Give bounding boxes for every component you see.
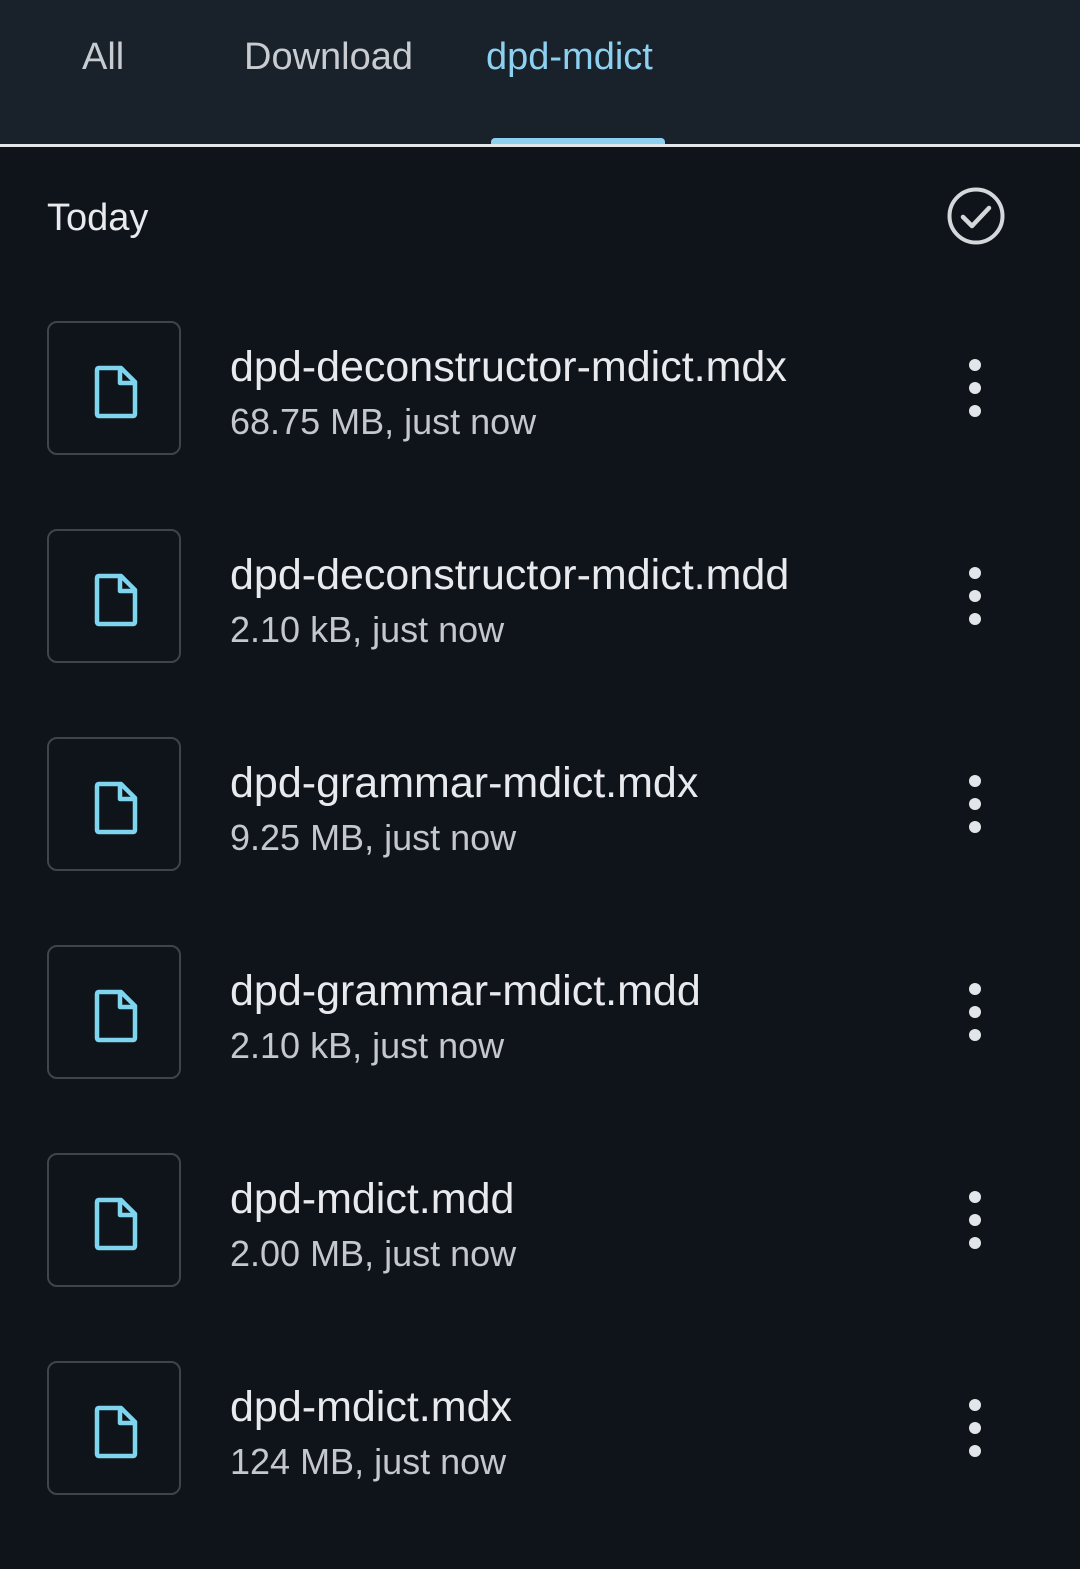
file-list-item[interactable]: dpd-mdict.mdx 124 MB, just now xyxy=(0,1361,1080,1569)
file-thumbnail xyxy=(47,1361,181,1495)
file-meta: 68.75 MB, just now xyxy=(230,401,537,442)
file-icon xyxy=(94,365,138,419)
file-icon xyxy=(94,1197,138,1251)
file-name: dpd-mdict.mdx xyxy=(230,1383,512,1431)
file-list-item[interactable]: dpd-deconstructor-mdict.mdd 2.10 kB, jus… xyxy=(0,529,1080,737)
file-meta: 2.10 kB, just now xyxy=(230,1025,505,1066)
more-vert-icon xyxy=(969,775,981,833)
more-options-button[interactable] xyxy=(950,1397,1000,1459)
check-circle-icon xyxy=(947,187,1005,245)
tab-all[interactable]: All xyxy=(82,32,124,82)
file-thumbnail xyxy=(47,1153,181,1287)
file-icon xyxy=(94,1405,138,1459)
file-meta: 9.25 MB, just now xyxy=(230,817,517,858)
file-list-item[interactable]: dpd-grammar-mdict.mdx 9.25 MB, just now xyxy=(0,737,1080,945)
file-thumbnail xyxy=(47,529,181,663)
file-icon xyxy=(94,989,138,1043)
file-name: dpd-mdict.mdd xyxy=(230,1175,515,1223)
more-options-button[interactable] xyxy=(950,773,1000,835)
file-icon xyxy=(94,573,138,627)
more-options-button[interactable] xyxy=(950,357,1000,419)
file-list-item[interactable]: dpd-deconstructor-mdict.mdx 68.75 MB, ju… xyxy=(0,321,1080,529)
more-vert-icon xyxy=(969,983,981,1041)
file-meta: 2.10 kB, just now xyxy=(230,609,505,650)
select-all-button[interactable] xyxy=(946,186,1006,246)
tab-dpd-mdict[interactable]: dpd-mdict xyxy=(486,32,653,82)
file-list-item[interactable]: dpd-grammar-mdict.mdd 2.10 kB, just now xyxy=(0,945,1080,1153)
more-options-button[interactable] xyxy=(950,981,1000,1043)
more-vert-icon xyxy=(969,1191,981,1249)
file-meta: 2.00 MB, just now xyxy=(230,1233,517,1274)
file-name: dpd-deconstructor-mdict.mdd xyxy=(230,551,790,599)
file-thumbnail xyxy=(47,737,181,871)
more-options-button[interactable] xyxy=(950,1189,1000,1251)
file-name: dpd-grammar-mdict.mdx xyxy=(230,759,699,807)
file-icon xyxy=(94,781,138,835)
tab-bar: All Download dpd-mdict xyxy=(0,0,1080,146)
file-meta: 124 MB, just now xyxy=(230,1441,507,1482)
tab-divider xyxy=(0,144,1080,147)
file-name: dpd-deconstructor-mdict.mdx xyxy=(230,343,787,391)
file-list-item[interactable]: dpd-mdict.mdd 2.00 MB, just now xyxy=(0,1153,1080,1361)
file-name: dpd-grammar-mdict.mdd xyxy=(230,967,701,1015)
more-vert-icon xyxy=(969,567,981,625)
section-title-today: Today xyxy=(47,197,149,239)
file-thumbnail xyxy=(47,321,181,455)
more-vert-icon xyxy=(969,1399,981,1457)
tab-download[interactable]: Download xyxy=(244,32,413,82)
file-thumbnail xyxy=(47,945,181,1079)
more-vert-icon xyxy=(969,359,981,417)
more-options-button[interactable] xyxy=(950,565,1000,627)
